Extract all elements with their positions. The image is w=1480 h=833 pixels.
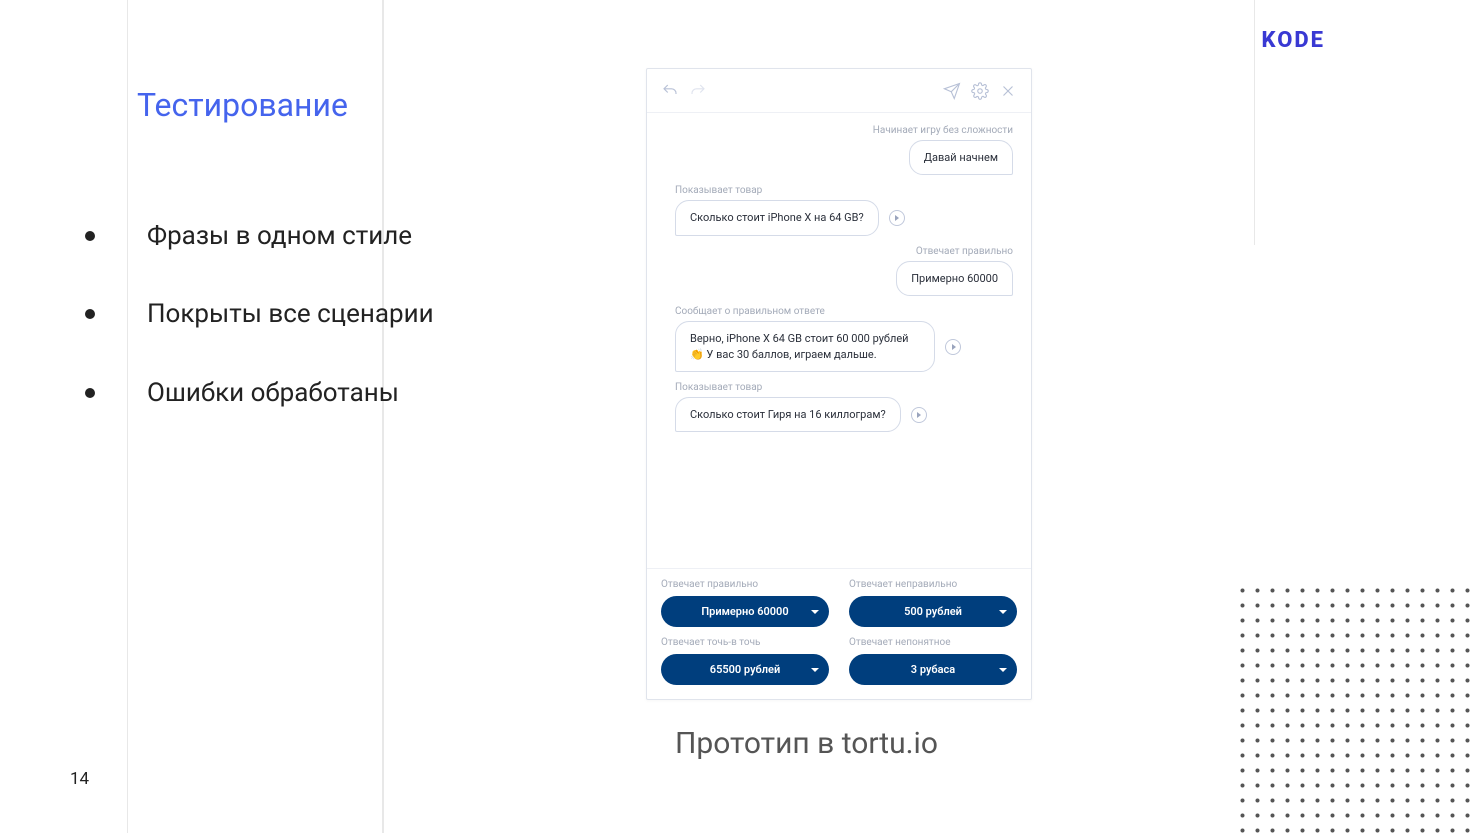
chat-bubble-left: Верно, iPhone X 64 GB стоит 60 000 рубле…: [675, 321, 935, 372]
option-cell: Отвечает неправильно 500 рублей: [849, 579, 1017, 627]
chat-body: Начинает игру без сложности Давай начнем…: [647, 113, 1031, 568]
scenario-label: Показывает товар: [675, 185, 1013, 196]
scenario-label: Отвечает правильно: [665, 246, 1013, 257]
bullet-dot-icon: [85, 231, 95, 241]
answer-options-footer: Отвечает правильно Примерно 60000 Отвеча…: [647, 568, 1031, 699]
chat-bubble-left: Сколько стоит iPhone X на 64 GB?: [675, 200, 879, 235]
option-cell: Отвечает точь-в точь 65500 рублей: [661, 637, 829, 685]
undo-icon[interactable]: [661, 82, 679, 100]
bullet-dot-icon: [85, 309, 95, 319]
figure-caption: Прототип в tortu.io: [675, 726, 938, 761]
bullet-text: Фразы в одном стиле: [147, 218, 412, 254]
option-pill-text: Примерно 60000: [701, 605, 788, 618]
option-label: Отвечает точь-в точь: [661, 637, 829, 648]
option-cell: Отвечает непонятное 3 рубаса: [849, 637, 1017, 685]
play-icon[interactable]: [911, 407, 927, 423]
option-pill[interactable]: 65500 рублей: [661, 654, 829, 685]
prototype-panel: Начинает игру без сложности Давай начнем…: [646, 68, 1032, 700]
option-label: Отвечает непонятное: [849, 637, 1017, 648]
brand-logo: KODE: [1262, 28, 1325, 53]
scenario-label: Показывает товар: [675, 382, 1013, 393]
chat-bubble-right: Примерно 60000: [896, 261, 1013, 296]
bullet-item: Покрыты все сценарии: [85, 296, 434, 332]
chat-bubble-left: Сколько стоит Гиря на 16 киллограм?: [675, 397, 901, 432]
chevron-down-icon: [811, 610, 819, 614]
bullet-dot-icon: [85, 388, 95, 398]
option-pill-text: 500 рублей: [904, 605, 962, 618]
option-pill-text: 3 рубаса: [911, 663, 955, 676]
option-label: Отвечает неправильно: [849, 579, 1017, 590]
option-pill[interactable]: 3 рубаса: [849, 654, 1017, 685]
option-label: Отвечает правильно: [661, 579, 829, 590]
close-icon[interactable]: [999, 82, 1017, 100]
chevron-down-icon: [811, 668, 819, 672]
bullet-item: Фразы в одном стиле: [85, 218, 434, 254]
bullet-list: Фразы в одном стиле Покрыты все сценарии…: [85, 218, 434, 453]
scenario-label: Сообщает о правильном ответе: [675, 306, 1013, 317]
gear-icon[interactable]: [971, 82, 989, 100]
option-pill[interactable]: Примерно 60000: [661, 596, 829, 627]
play-icon[interactable]: [945, 339, 961, 355]
bullet-text: Покрыты все сценарии: [147, 296, 434, 332]
scenario-label: Начинает игру без сложности: [665, 125, 1013, 136]
bullet-item: Ошибки обработаны: [85, 375, 434, 411]
option-pill-text: 65500 рублей: [710, 663, 780, 676]
option-cell: Отвечает правильно Примерно 60000: [661, 579, 829, 627]
option-pill[interactable]: 500 рублей: [849, 596, 1017, 627]
redo-icon[interactable]: [689, 82, 707, 100]
play-icon[interactable]: [889, 210, 905, 226]
chat-bubble-right: Давай начнем: [909, 140, 1013, 175]
page-number: 14: [70, 769, 89, 789]
bullet-text: Ошибки обработаны: [147, 375, 399, 411]
prototype-toolbar: [647, 69, 1031, 113]
divider: [1254, 0, 1255, 245]
send-icon[interactable]: [943, 82, 961, 100]
decorative-dots: [1230, 578, 1480, 833]
slide-title: Тестирование: [137, 86, 348, 124]
chevron-down-icon: [999, 610, 1007, 614]
chevron-down-icon: [999, 668, 1007, 672]
